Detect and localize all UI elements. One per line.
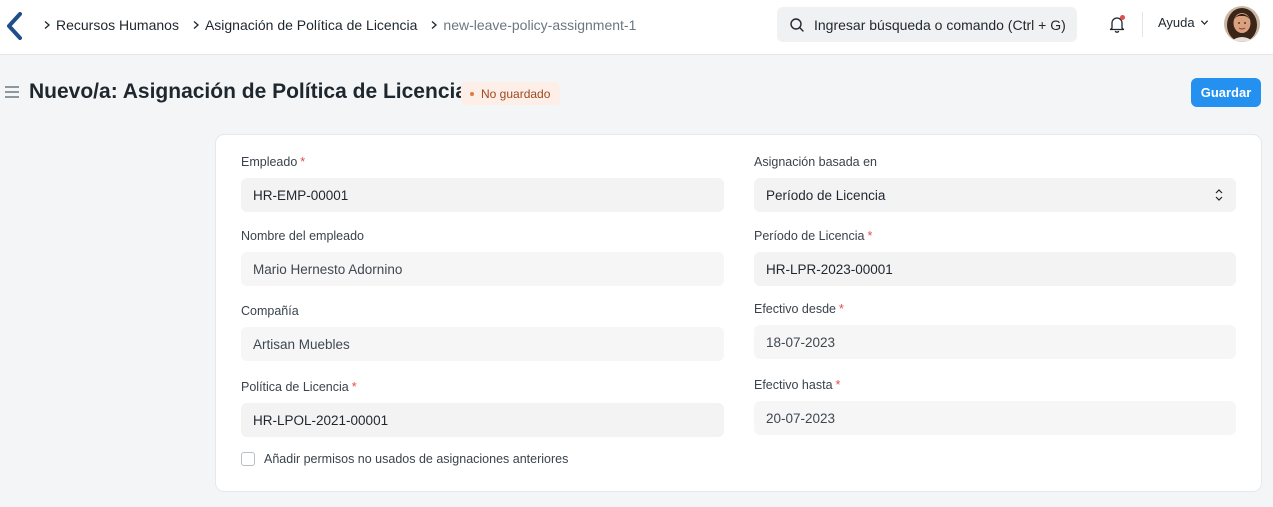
select-arrows-icon [1215,189,1223,201]
field-company: Compañía Artisan Muebles [241,302,724,361]
field-label: Efectivo hasta * [754,378,841,392]
app-logo-icon[interactable] [6,12,22,40]
avatar[interactable] [1224,6,1260,42]
chevron-right-icon [38,20,56,30]
field-label: Nombre del empleado [241,229,364,243]
select-value: Período de Licencia [766,187,886,203]
field-employee-name: Nombre del empleado Mario Hernesto Adorn… [241,227,724,286]
breadcrumb: Recursos Humanos Asignación de Política … [38,0,644,49]
help-dropdown[interactable]: Ayuda [1158,15,1209,30]
assignment-based-on-select[interactable]: Período de Licencia [754,178,1236,212]
employee-input[interactable]: HR-EMP-00001 [241,178,724,212]
notification-dot [1120,15,1125,20]
field-effective-to: Efectivo hasta * 20-07-2023 [754,376,1236,435]
navbar: Recursos Humanos Asignación de Política … [0,0,1273,55]
search-placeholder: Ingresar búsqueda o comando (Ctrl + G) [814,16,1066,33]
status-dot-icon [470,91,474,96]
field-label: Empleado * [241,155,306,169]
hamburger-icon[interactable] [5,86,19,98]
employee-name-readonly: Mario Hernesto Adornino [241,252,724,286]
chevron-down-icon [1200,20,1208,26]
navbar-divider [1142,12,1143,37]
status-badge-label: No guardado [481,86,551,101]
field-label: Política de Licencia * [241,380,357,394]
carry-forward-row: Añadir permisos no usados de asignacione… [241,452,568,466]
chevron-right-icon [187,20,205,30]
leave-policy-input[interactable]: HR-LPOL-2021-00001 [241,403,724,437]
search-bar[interactable]: Ingresar búsqueda o comando (Ctrl + G) [777,7,1077,42]
carry-forward-checkbox[interactable] [241,452,255,466]
field-assignment-based-on: Asignación basada en Período de Licencia [754,153,1236,212]
save-button[interactable]: Guardar [1191,78,1261,107]
breadcrumb-item-doctype[interactable]: Asignación de Política de Licencia [205,17,417,33]
company-readonly: Artisan Muebles [241,327,724,361]
chevron-right-icon [425,20,443,30]
status-badge: No guardado [461,82,561,105]
effective-from-date[interactable]: 18-07-2023 [754,325,1236,359]
search-icon [790,17,804,32]
carry-forward-label[interactable]: Añadir permisos no usados de asignacione… [264,452,568,466]
field-label: Asignación basada en [754,155,878,169]
effective-to-date[interactable]: 20-07-2023 [754,401,1236,435]
field-leave-policy: Política de Licencia * HR-LPOL-2021-00001 [241,378,724,437]
breadcrumb-item-module[interactable]: Recursos Humanos [56,17,179,33]
field-label: Período de Licencia * [754,229,873,243]
leave-period-input[interactable]: HR-LPR-2023-00001 [754,252,1236,286]
help-label: Ayuda [1158,15,1195,30]
page-title: Nuevo/a: Asignación de Política de Licen… [29,80,468,103]
field-label: Compañía [241,304,299,318]
breadcrumb-item-current: new-leave-policy-assignment-1 [443,16,637,33]
field-label: Efectivo desde * [754,302,844,316]
field-leave-period: Período de Licencia * HR-LPR-2023-00001 [754,227,1236,286]
field-effective-from: Efectivo desde * 18-07-2023 [754,300,1236,359]
field-employee: Empleado * HR-EMP-00001 [241,153,724,212]
